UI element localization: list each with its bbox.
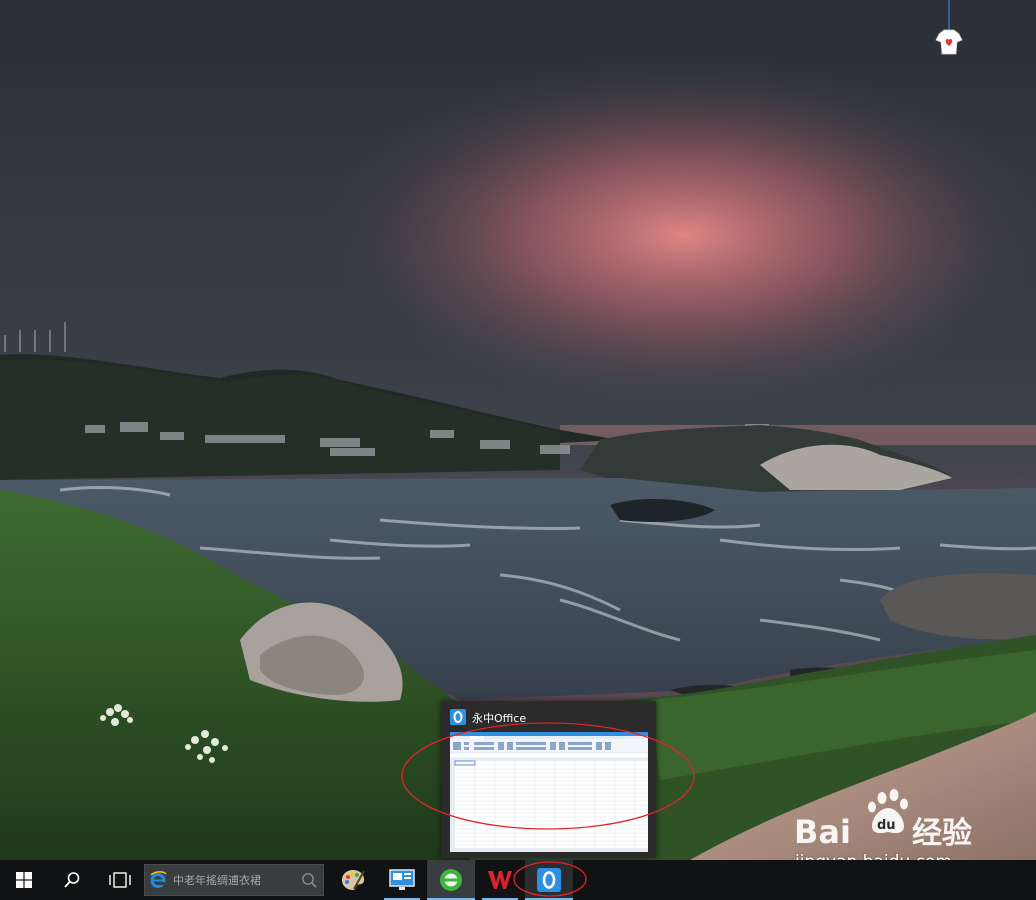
yozo-office-icon <box>537 868 561 892</box>
tshirt-decoration-icon <box>935 0 963 55</box>
preview-window-snapshot[interactable] <box>450 732 648 852</box>
taskbar: 中老年搖绸逋衣裙 <box>0 860 1036 900</box>
green-browser-icon <box>440 869 462 891</box>
preview-title: 永中Office <box>472 712 527 725</box>
taskbar-app-monitor[interactable] <box>378 860 426 900</box>
taskbar-app-yozo-office[interactable] <box>525 860 573 900</box>
task-view-icon <box>109 872 131 888</box>
taskbar-thumbnail-preview[interactable]: 永中Office <box>441 701 656 858</box>
watermark-brand-du: du <box>877 818 896 833</box>
desktop: 永中Office Bai du 经验 中老年搖绸逋衣裙 <box>0 0 1036 900</box>
cortana-search-button[interactable] <box>48 860 96 900</box>
taskbar-app-paint[interactable] <box>330 860 376 900</box>
windows-logo-icon <box>16 872 32 888</box>
taskbar-search-box[interactable]: 中老年搖绸逋衣裙 <box>144 864 324 896</box>
wps-icon <box>488 871 512 889</box>
internet-explorer-icon <box>150 871 167 888</box>
baidu-jingyan-watermark: Bai du 经验 <box>794 789 972 851</box>
yozo-office-icon <box>450 709 466 725</box>
watermark-brand-cn: 经验 <box>912 816 972 851</box>
paint-palette-icon <box>342 870 365 890</box>
monitor-icon <box>389 869 415 890</box>
search-icon <box>64 872 80 888</box>
task-view-button[interactable] <box>96 860 144 900</box>
taskbar-app-wps[interactable] <box>476 860 524 900</box>
search-icon <box>302 873 317 888</box>
taskbar-app-browser-green[interactable] <box>427 860 475 900</box>
start-button[interactable] <box>0 860 48 900</box>
watermark-brand-latin: Bai <box>794 813 851 851</box>
search-placeholder-text: 中老年搖绸逋衣裙 <box>173 874 261 887</box>
spreadsheet-snapshot <box>450 732 648 852</box>
